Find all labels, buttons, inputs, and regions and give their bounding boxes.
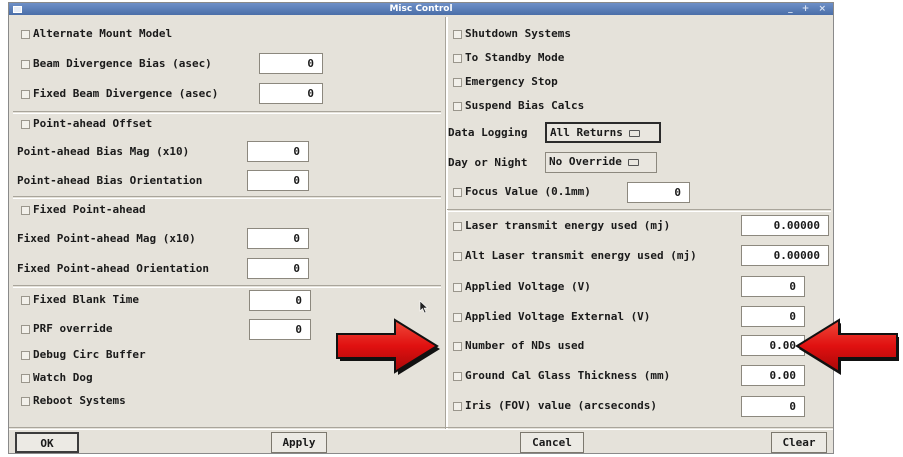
- separator: [13, 196, 441, 199]
- point-ahead-bias-mag-field[interactable]: 0: [247, 141, 309, 162]
- beam-divergence-bias-checkbox[interactable]: [21, 60, 30, 69]
- point-ahead-bias-orientation-field[interactable]: 0: [247, 170, 309, 191]
- clear-button[interactable]: Clear: [771, 432, 827, 453]
- fixed-point-ahead-mag-label: Fixed Point-ahead Mag (x10): [17, 232, 196, 245]
- option-menu-icon: [628, 129, 640, 137]
- applied-voltage-checkbox[interactable]: [453, 283, 462, 292]
- laser-transmit-energy-label: Laser transmit energy used (mj): [465, 219, 671, 232]
- beam-divergence-bias-field[interactable]: 0: [259, 53, 323, 74]
- beam-divergence-bias-label: Beam Divergence Bias (asec): [33, 57, 212, 70]
- alt-laser-transmit-energy-label: Alt Laser transmit energy used (mj): [465, 249, 697, 262]
- fixed-point-ahead-mag-field[interactable]: 0: [247, 228, 309, 249]
- iris-value-checkbox[interactable]: [453, 402, 462, 411]
- title-bar[interactable]: Misc Control _ + ×: [9, 3, 833, 15]
- iris-value-field[interactable]: 0: [741, 396, 805, 417]
- point-ahead-offset-label: Point-ahead Offset: [33, 117, 153, 130]
- watch-dog-checkbox[interactable]: [21, 374, 30, 383]
- suspend-bias-calcs-checkbox[interactable]: [453, 102, 462, 111]
- to-standby-mode-checkbox[interactable]: [453, 54, 462, 63]
- alt-laser-transmit-energy-checkbox[interactable]: [453, 252, 462, 261]
- fixed-blank-time-field[interactable]: 0: [249, 290, 311, 311]
- alt-laser-transmit-energy-field[interactable]: 0.00000: [741, 245, 829, 266]
- fixed-blank-time-checkbox[interactable]: [21, 296, 30, 305]
- prf-override-checkbox[interactable]: [21, 325, 30, 334]
- number-of-nds-checkbox[interactable]: [453, 342, 462, 351]
- red-arrow-left-icon: [795, 318, 899, 375]
- separator: [13, 285, 441, 288]
- laser-transmit-energy-checkbox[interactable]: [453, 222, 462, 231]
- applied-voltage-external-checkbox[interactable]: [453, 313, 462, 322]
- fixed-point-ahead-label: Fixed Point-ahead: [33, 203, 146, 216]
- number-of-nds-label: Number of NDs used: [465, 339, 585, 352]
- fixed-beam-divergence-label: Fixed Beam Divergence (asec): [33, 87, 219, 100]
- focus-value-field[interactable]: 0: [627, 182, 690, 203]
- point-ahead-bias-mag-label: Point-ahead Bias Mag (x10): [17, 145, 190, 158]
- fixed-beam-divergence-checkbox[interactable]: [21, 90, 30, 99]
- window-title: Misc Control: [389, 4, 453, 14]
- to-standby-mode-label: To Standby Mode: [465, 51, 565, 64]
- ground-cal-glass-checkbox[interactable]: [453, 372, 462, 381]
- data-logging-dropdown[interactable]: All Returns: [545, 122, 661, 143]
- ok-button[interactable]: OK: [15, 432, 79, 453]
- applied-voltage-external-label: Applied Voltage External (V): [465, 310, 651, 323]
- focus-value-checkbox[interactable]: [453, 188, 462, 197]
- fixed-point-ahead-checkbox[interactable]: [21, 206, 30, 215]
- shutdown-systems-checkbox[interactable]: [453, 30, 462, 39]
- suspend-bias-calcs-label: Suspend Bias Calcs: [465, 99, 585, 112]
- separator: [13, 111, 441, 114]
- applied-voltage-field[interactable]: 0: [741, 276, 805, 297]
- mouse-pointer-icon: [419, 300, 429, 314]
- fixed-point-ahead-orientation-field[interactable]: 0: [247, 258, 309, 279]
- misc-control-window: Misc Control _ + × Alternate Mount Model…: [8, 2, 834, 454]
- emergency-stop-checkbox[interactable]: [453, 78, 462, 87]
- separator: [447, 209, 831, 212]
- reboot-systems-label: Reboot Systems: [33, 394, 126, 407]
- prf-override-field[interactable]: 0: [249, 319, 311, 340]
- column-divider: [445, 17, 448, 429]
- watch-dog-label: Watch Dog: [33, 371, 93, 384]
- laser-transmit-energy-field[interactable]: 0.00000: [741, 215, 829, 236]
- focus-value-label: Focus Value (0.1mm): [465, 185, 591, 198]
- apply-button[interactable]: Apply: [271, 432, 327, 453]
- data-logging-label: Data Logging: [448, 126, 528, 139]
- applied-voltage-label: Applied Voltage (V): [465, 280, 591, 293]
- fixed-beam-divergence-field[interactable]: 0: [259, 83, 323, 104]
- cancel-button[interactable]: Cancel: [520, 432, 584, 453]
- emergency-stop-label: Emergency Stop: [465, 75, 558, 88]
- alternate-mount-model-checkbox[interactable]: [21, 30, 30, 39]
- point-ahead-offset-checkbox[interactable]: [21, 120, 30, 129]
- fixed-point-ahead-orientation-label: Fixed Point-ahead Orientation: [17, 262, 210, 275]
- data-logging-value: All Returns: [550, 126, 623, 139]
- day-or-night-value: No Override: [549, 155, 622, 168]
- debug-circ-buffer-checkbox[interactable]: [21, 351, 30, 360]
- alternate-mount-model-label: Alternate Mount Model: [33, 27, 173, 40]
- window-controls-icon[interactable]: _ + ×: [788, 4, 829, 14]
- ground-cal-glass-label: Ground Cal Glass Thickness (mm): [465, 369, 671, 382]
- prf-override-label: PRF override: [33, 322, 113, 335]
- debug-circ-buffer-label: Debug Circ Buffer: [33, 348, 146, 361]
- iris-value-label: Iris (FOV) value (arcseconds): [465, 399, 658, 412]
- shutdown-systems-label: Shutdown Systems: [465, 27, 571, 40]
- fixed-blank-time-label: Fixed Blank Time: [33, 293, 139, 306]
- day-or-night-label: Day or Night: [448, 156, 528, 169]
- reboot-systems-checkbox[interactable]: [21, 397, 30, 406]
- separator: [9, 427, 833, 430]
- option-menu-icon: [627, 158, 639, 166]
- day-or-night-dropdown[interactable]: No Override: [545, 152, 657, 173]
- red-arrow-right-icon: [336, 318, 440, 375]
- point-ahead-bias-orientation-label: Point-ahead Bias Orientation: [17, 174, 203, 187]
